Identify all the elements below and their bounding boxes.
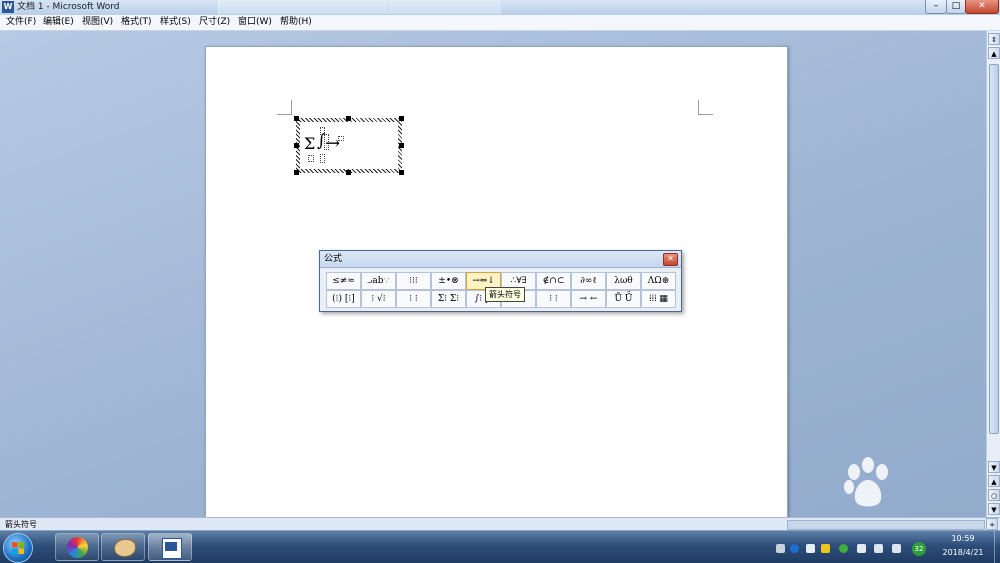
vertical-scrollbar[interactable]: ⇕ ▲ ▼ ▲ ○ ▼	[986, 31, 1000, 517]
formula-palette-title: 公式	[324, 254, 343, 264]
title-bar[interactable]: W 文档 1 - Microsoft Word – □ ✕	[0, 0, 1000, 16]
menu-format[interactable]: 格式(T)	[119, 15, 154, 30]
tray-arrow-icon[interactable]	[806, 544, 815, 553]
menu-window[interactable]: 窗口(W)	[236, 15, 274, 30]
palette-fraction-radical-button[interactable]: ⁝ √⁝	[361, 290, 396, 308]
equation-object[interactable]: Σ ∫ →	[294, 116, 404, 175]
close-button[interactable]: ✕	[965, 0, 999, 14]
clock-date[interactable]: 2018/4/21	[933, 548, 993, 557]
palette-subscript-templates-button[interactable]: ⁝ ⁝	[396, 290, 431, 308]
minimize-button[interactable]: –	[925, 0, 947, 14]
next-page-icon[interactable]: ▼	[988, 503, 1000, 515]
palette-icon	[114, 539, 136, 557]
palette-misc-symbols-button[interactable]: ∂∞ℓ	[571, 272, 606, 290]
tray-shield-icon[interactable]	[821, 544, 830, 553]
tray-security-icon[interactable]	[839, 544, 848, 553]
word-document-icon	[162, 538, 182, 559]
palette-arrow-templates-button[interactable]: → ←	[571, 290, 606, 308]
palette-summation-templates-button[interactable]: Σ⁝ Σ⁝	[431, 290, 466, 308]
resize-handle[interactable]	[294, 143, 299, 148]
word-logo-icon	[165, 542, 177, 551]
resize-handle[interactable]	[346, 170, 351, 175]
menu-file[interactable]: 文件(F)	[4, 15, 38, 30]
resize-handle[interactable]	[294, 170, 299, 175]
scroll-split-icon[interactable]: ⇕	[988, 33, 1000, 45]
tray-counter-badge[interactable]: 32	[912, 542, 926, 556]
tray-network-icon[interactable]	[874, 544, 883, 553]
scroll-up-icon[interactable]: ▲	[988, 47, 1000, 59]
palette-fence-templates-button[interactable]: (⁝) [⁝]	[326, 290, 361, 308]
formula-palette-close-button[interactable]: ✕	[663, 253, 678, 266]
horizontal-scrollbar[interactable]	[787, 520, 985, 530]
menu-bar: 文件(F) 编辑(E) 视图(V) 格式(T) 样式(S) 尺寸(Z) 窗口(W…	[0, 15, 1000, 31]
right-arrow-symbol: →	[325, 133, 341, 154]
taskbar: 32 10:59 2018/4/21	[0, 530, 1000, 563]
palette-embellishments-button[interactable]: ⁝⁝⁝	[396, 272, 431, 290]
resize-handle[interactable]	[399, 170, 404, 175]
palette-greek-lower-button[interactable]: λωθ	[606, 272, 641, 290]
palette-product-templates-button[interactable]: Ů Ṻ	[606, 290, 641, 308]
color-wheel-icon	[67, 537, 88, 558]
palette-set-theory-button[interactable]: ∉∩⊂	[536, 272, 571, 290]
equation-canvas[interactable]: Σ ∫ →	[300, 122, 398, 169]
scroll-right-icon[interactable]: +	[986, 518, 998, 530]
menu-size[interactable]: 尺寸(Z)	[197, 15, 232, 30]
palette-relational-button[interactable]: ≤≠≈	[326, 272, 361, 290]
tray-help-icon[interactable]	[790, 544, 799, 553]
equation-slot[interactable]	[308, 155, 314, 162]
menu-style[interactable]: 样式(S)	[158, 15, 193, 30]
resize-handle[interactable]	[294, 116, 299, 121]
scroll-down-icon[interactable]: ▼	[988, 461, 1000, 473]
crop-mark-top-right	[698, 100, 713, 115]
summation-symbol: Σ	[304, 134, 316, 153]
taskbar-app-color-picker[interactable]	[55, 533, 99, 561]
palette-matrix-templates-button[interactable]: ⁞⁞⁞ ▦	[641, 290, 676, 308]
taskbar-app-word[interactable]	[148, 533, 192, 561]
baidu-paw-logo-icon	[844, 457, 888, 507]
status-bar: 箭头符号 +	[0, 517, 1000, 531]
scroll-thumb[interactable]	[989, 64, 999, 434]
formula-palette[interactable]: 公式 ✕ ≤≠≈ ⨼ab∵ ⁝⁝⁝ ±•⊗ →⇔↓ ∴∀∃ ∉∩⊂ ∂∞ℓ λω…	[319, 250, 682, 312]
resize-handle[interactable]	[346, 116, 351, 121]
arrow-symbols-tooltip: 箭头符号	[485, 287, 525, 302]
maximize-button[interactable]: □	[946, 0, 966, 14]
window-title: 文档 1 - Microsoft Word	[17, 2, 120, 12]
palette-spaces-button[interactable]: ⨼ab∵	[361, 272, 396, 290]
taskbar-app-paint[interactable]	[101, 533, 145, 561]
word-app-icon[interactable]: W	[2, 1, 14, 13]
previous-page-icon[interactable]: ▲	[988, 475, 1000, 487]
menu-help[interactable]: 帮助(H)	[278, 15, 314, 30]
formula-palette-titlebar[interactable]: 公式 ✕	[320, 251, 681, 268]
show-desktop-button[interactable]	[994, 531, 1000, 563]
crop-mark-top-left	[277, 100, 292, 115]
browse-object-icon[interactable]: ○	[988, 489, 1000, 501]
background-window-tab	[218, 0, 389, 14]
palette-operators-button[interactable]: ±•⊗	[431, 272, 466, 290]
windows-logo-icon	[12, 542, 24, 554]
tray-flag-icon[interactable]	[857, 544, 866, 553]
menu-view[interactable]: 视图(V)	[80, 15, 115, 30]
background-window-tab	[390, 0, 501, 14]
menu-edit[interactable]: 编辑(E)	[41, 15, 76, 30]
start-button[interactable]	[3, 533, 33, 563]
clock-time[interactable]: 10:59	[933, 534, 993, 543]
palette-labeled-arrow-templates-button[interactable]: ⁝ ⁝	[536, 290, 571, 308]
resize-handle[interactable]	[399, 143, 404, 148]
palette-greek-upper-button[interactable]: ΛΩ⊛	[641, 272, 676, 290]
resize-handle[interactable]	[399, 116, 404, 121]
equation-slot[interactable]	[320, 154, 325, 163]
tray-volume-icon[interactable]	[892, 544, 901, 553]
tray-keyboard-icon[interactable]	[776, 544, 785, 553]
